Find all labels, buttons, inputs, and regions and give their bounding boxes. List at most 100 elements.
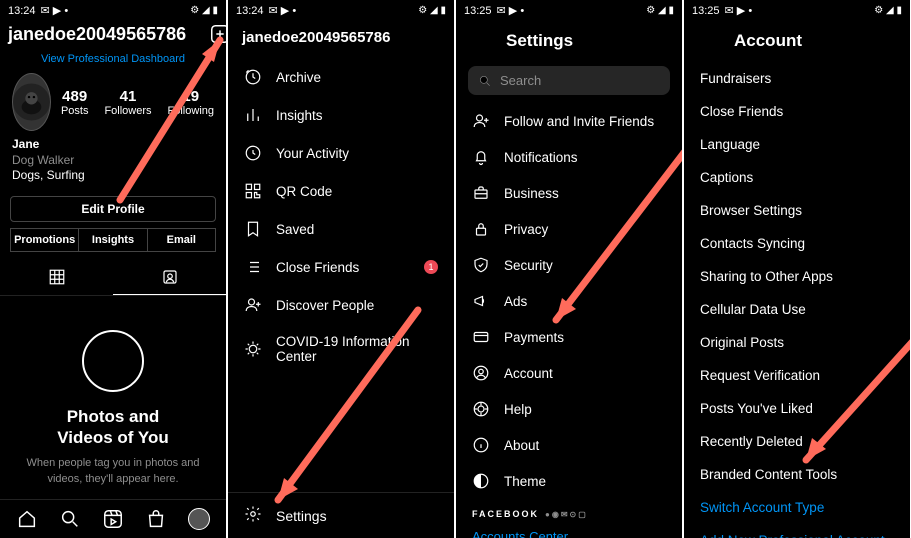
stat-followers[interactable]: 41Followers — [104, 88, 151, 117]
drawer-username: janedoe20049565786 — [228, 19, 454, 58]
status-bar: 13:25✉ ▶ • ⚙ ◢ ▮ — [456, 0, 682, 19]
search-icon — [478, 74, 492, 88]
settings-item-label: Help — [504, 402, 532, 417]
badge: 1 — [424, 260, 438, 274]
create-button[interactable] — [209, 23, 226, 45]
nav-reels[interactable] — [102, 508, 124, 530]
lock-icon — [472, 220, 490, 238]
chevron-down-icon — [189, 29, 199, 39]
nav-profile[interactable] — [188, 508, 210, 530]
account-item-sharing-to-other-apps[interactable]: Sharing to Other Apps — [684, 260, 910, 293]
settings-item-notifications[interactable]: Notifications — [456, 139, 682, 175]
search-placeholder: Search — [500, 73, 541, 88]
stat-following[interactable]: 19Following — [168, 88, 214, 117]
screen-profile: 13:24✉ ▶ • ⚙ ◢ ▮ janedoe20049565786 1 Vi… — [0, 0, 226, 538]
search-input[interactable]: Search — [468, 66, 670, 95]
tab-grid[interactable] — [0, 260, 113, 295]
page-title: Settings — [506, 31, 573, 51]
account-item-close-friends[interactable]: Close Friends — [684, 95, 910, 128]
account-item-request-verification[interactable]: Request Verification — [684, 359, 910, 392]
settings-item-label: About — [504, 438, 539, 453]
drawer-item-archive[interactable]: Archive — [228, 58, 454, 96]
settings-item-about[interactable]: About — [456, 427, 682, 463]
settings-item-label: Payments — [504, 330, 564, 345]
back-button[interactable] — [470, 29, 490, 52]
settings-item-follow-and-invite-friends[interactable]: Follow and Invite Friends — [456, 103, 682, 139]
status-bar: 13:24✉ ▶ • ⚙ ◢ ▮ — [228, 0, 454, 19]
settings-item-business[interactable]: Business — [456, 175, 682, 211]
accounts-center-link[interactable]: Accounts Center — [456, 523, 682, 538]
shop-icon — [145, 508, 167, 530]
drawer-item-label: Close Friends — [276, 260, 359, 275]
settings-item-ads[interactable]: Ads — [456, 283, 682, 319]
settings-item-theme[interactable]: Theme — [456, 463, 682, 499]
account-item-original-posts[interactable]: Original Posts — [684, 326, 910, 359]
edit-profile-button[interactable]: Edit Profile — [10, 196, 216, 222]
bio-block: Jane Dog Walker Dogs, Surfing — [0, 131, 226, 190]
settings-item-security[interactable]: Security — [456, 247, 682, 283]
nav-home[interactable] — [16, 508, 38, 530]
page-title: Account — [734, 31, 802, 51]
account-item-recently-deleted[interactable]: Recently Deleted — [684, 425, 910, 458]
settings-item-help[interactable]: Help — [456, 391, 682, 427]
account-item-cellular-data-use[interactable]: Cellular Data Use — [684, 293, 910, 326]
card-icon — [472, 328, 490, 346]
drawer-item-label: QR Code — [276, 184, 332, 199]
account-item-language[interactable]: Language — [684, 128, 910, 161]
drawer-item-discover-people[interactable]: Discover People — [228, 286, 454, 324]
help-icon — [472, 400, 490, 418]
nav-search[interactable] — [59, 508, 81, 530]
clock-icon — [244, 68, 262, 86]
settings-item-payments[interactable]: Payments — [456, 319, 682, 355]
grid-icon — [48, 268, 66, 286]
account-item-posts-you-ve-liked[interactable]: Posts You've Liked — [684, 392, 910, 425]
drawer-settings[interactable]: Settings — [228, 492, 454, 538]
back-button[interactable] — [698, 29, 718, 52]
drawer-item-label: Archive — [276, 70, 321, 85]
dashboard-link[interactable]: View Professional Dashboard — [0, 49, 226, 73]
drawer-item-saved[interactable]: Saved — [228, 210, 454, 248]
bio-category: Dog Walker — [12, 153, 214, 169]
settings-item-label: Account — [504, 366, 553, 381]
account-item-captions[interactable]: Captions — [684, 161, 910, 194]
screen-settings: 13:25✉ ▶ • ⚙ ◢ ▮ Settings Search Follow … — [456, 0, 682, 538]
settings-item-label: Follow and Invite Friends — [504, 114, 654, 129]
drawer-item-qr-code[interactable]: QR Code — [228, 172, 454, 210]
bars-icon — [244, 106, 262, 124]
drawer-item-label: Saved — [276, 222, 314, 237]
drawer-item-insights[interactable]: Insights — [228, 96, 454, 134]
drawer-item-label: Your Activity — [276, 146, 349, 161]
account-item-browser-settings[interactable]: Browser Settings — [684, 194, 910, 227]
drawer-item-your-activity[interactable]: Your Activity — [228, 134, 454, 172]
account-item-contacts-syncing[interactable]: Contacts Syncing — [684, 227, 910, 260]
tagged-icon — [161, 268, 179, 286]
settings-item-privacy[interactable]: Privacy — [456, 211, 682, 247]
switch-account-type-link[interactable]: Switch Account Type — [684, 491, 910, 524]
tab-tagged[interactable] — [113, 260, 226, 295]
drawer-item-covid-19-information-center[interactable]: COVID-19 Information Center — [228, 324, 454, 374]
drawer-item-close-friends[interactable]: Close Friends 1 — [228, 248, 454, 286]
nav-shop[interactable] — [145, 508, 167, 530]
account-item-branded-content-tools[interactable]: Branded Content Tools — [684, 458, 910, 491]
profile-avatar[interactable] — [12, 73, 51, 131]
promotions-button[interactable]: Promotions — [10, 228, 79, 252]
status-bar: 13:24✉ ▶ • ⚙ ◢ ▮ — [0, 0, 226, 19]
plus-square-icon — [209, 23, 226, 45]
username-dropdown[interactable]: janedoe20049565786 — [8, 24, 199, 45]
theme-icon — [472, 472, 490, 490]
user-plus-icon — [244, 296, 262, 314]
bio-text: Dogs, Surfing — [12, 168, 214, 184]
add-professional-account-link[interactable]: Add New Professional Account — [684, 524, 910, 538]
screen-drawer: 13:24✉ ▶ • ⚙ ◢ ▮ janedoe20049565786 Arch… — [228, 0, 454, 538]
bottom-nav — [0, 499, 226, 538]
stat-posts[interactable]: 489Posts — [61, 88, 89, 117]
briefcase-icon — [472, 184, 490, 202]
list-icon — [244, 258, 262, 276]
bell-icon — [472, 148, 490, 166]
email-button[interactable]: Email — [148, 228, 216, 252]
settings-item-account[interactable]: Account — [456, 355, 682, 391]
account-item-fundraisers[interactable]: Fundraisers — [684, 62, 910, 95]
settings-item-label: Theme — [504, 474, 546, 489]
home-icon — [16, 508, 38, 530]
insights-button[interactable]: Insights — [79, 228, 147, 252]
